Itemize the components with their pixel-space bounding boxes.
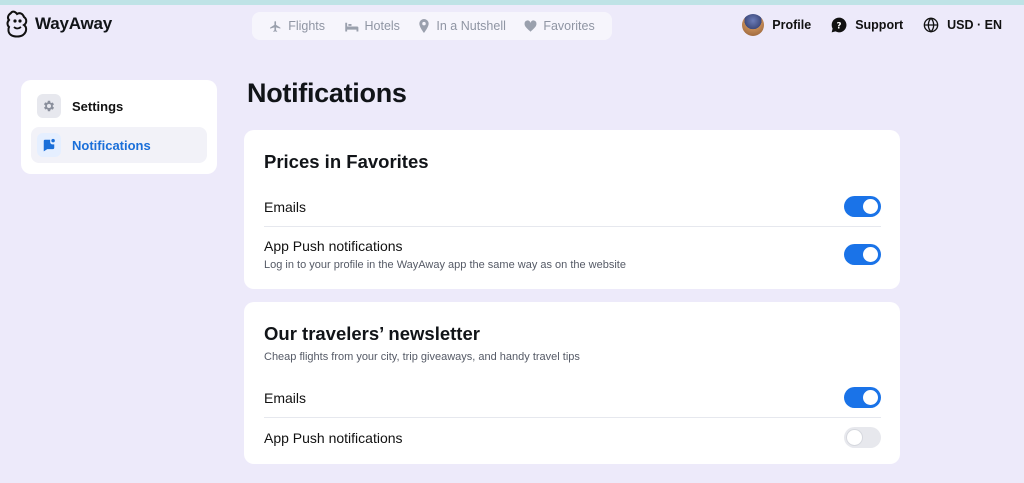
nav-flights-label: Flights — [288, 19, 326, 33]
top-accent-line — [0, 0, 1024, 5]
profile-label: Profile — [772, 18, 812, 32]
app-push-toggle[interactable] — [844, 244, 881, 265]
avatar — [742, 14, 765, 36]
sidebar-item-notifications[interactable]: Notifications — [31, 127, 207, 163]
support-label: Support — [855, 18, 904, 32]
bed-icon — [344, 22, 358, 31]
locale-label: USD · EN — [947, 18, 1002, 32]
toggle-knob — [847, 430, 862, 445]
emails-label: Emails — [264, 199, 307, 215]
header-actions: Profile ? Support USD · EN — [742, 14, 1002, 36]
sidebar: Settings Notifications — [21, 80, 217, 174]
wayaway-logo-icon — [6, 10, 28, 38]
plane-icon — [270, 20, 281, 32]
location-pin-icon — [419, 19, 430, 33]
emails-toggle[interactable] — [844, 196, 881, 217]
chat-bubble-icon: ? — [831, 17, 847, 33]
svg-text:?: ? — [837, 21, 842, 31]
newsletter-card: Our travelers’ newsletter Cheap flights … — [244, 302, 900, 464]
emails-toggle[interactable] — [844, 387, 881, 408]
app-push-label: App Push notifications — [264, 430, 403, 446]
notification-icon — [37, 133, 61, 157]
card-subtitle: Cheap flights from your city, trip givea… — [264, 351, 580, 363]
brand-name: WayAway — [35, 14, 113, 33]
sidebar-item-settings-label: Settings — [72, 98, 124, 114]
heart-icon — [524, 20, 537, 32]
divider — [264, 226, 881, 227]
nav-flights[interactable]: Flights — [269, 19, 325, 33]
toggle-knob — [863, 199, 878, 214]
card-title: Prices in Favorites — [264, 151, 429, 172]
locale-button[interactable]: USD · EN — [923, 17, 1002, 33]
app-push-label: App Push notifications — [264, 238, 403, 254]
support-button[interactable]: ? Support — [831, 17, 903, 33]
nav-hotels[interactable]: Hotels — [344, 19, 400, 33]
sidebar-item-notifications-label: Notifications — [72, 137, 151, 153]
toggle-knob — [863, 247, 878, 262]
nav-in-a-nutshell-label: In a Nutshell — [436, 19, 506, 33]
brand-logo[interactable]: WayAway — [5, 9, 112, 39]
card-title: Our travelers’ newsletter — [264, 323, 480, 344]
page-title: Notifications — [247, 78, 407, 108]
sidebar-item-settings[interactable]: Settings — [31, 88, 207, 124]
nav-hotels-label: Hotels — [364, 19, 400, 33]
nav-favorites-label: Favorites — [543, 19, 595, 33]
app-push-toggle[interactable] — [844, 427, 881, 448]
toggle-knob — [863, 390, 878, 405]
profile-button[interactable]: Profile — [742, 14, 811, 36]
globe-icon — [923, 17, 939, 33]
top-nav: Flights Hotels In a Nutshell Favorites — [252, 12, 612, 40]
nav-in-a-nutshell[interactable]: In a Nutshell — [418, 19, 506, 33]
divider — [264, 417, 881, 418]
nav-favorites[interactable]: Favorites — [524, 19, 595, 33]
prices-in-favorites-card: Prices in Favorites Emails App Push noti… — [244, 130, 900, 289]
app-push-description: Log in to your profile in the WayAway ap… — [264, 259, 626, 271]
gear-icon — [37, 94, 61, 118]
emails-label: Emails — [264, 390, 307, 406]
